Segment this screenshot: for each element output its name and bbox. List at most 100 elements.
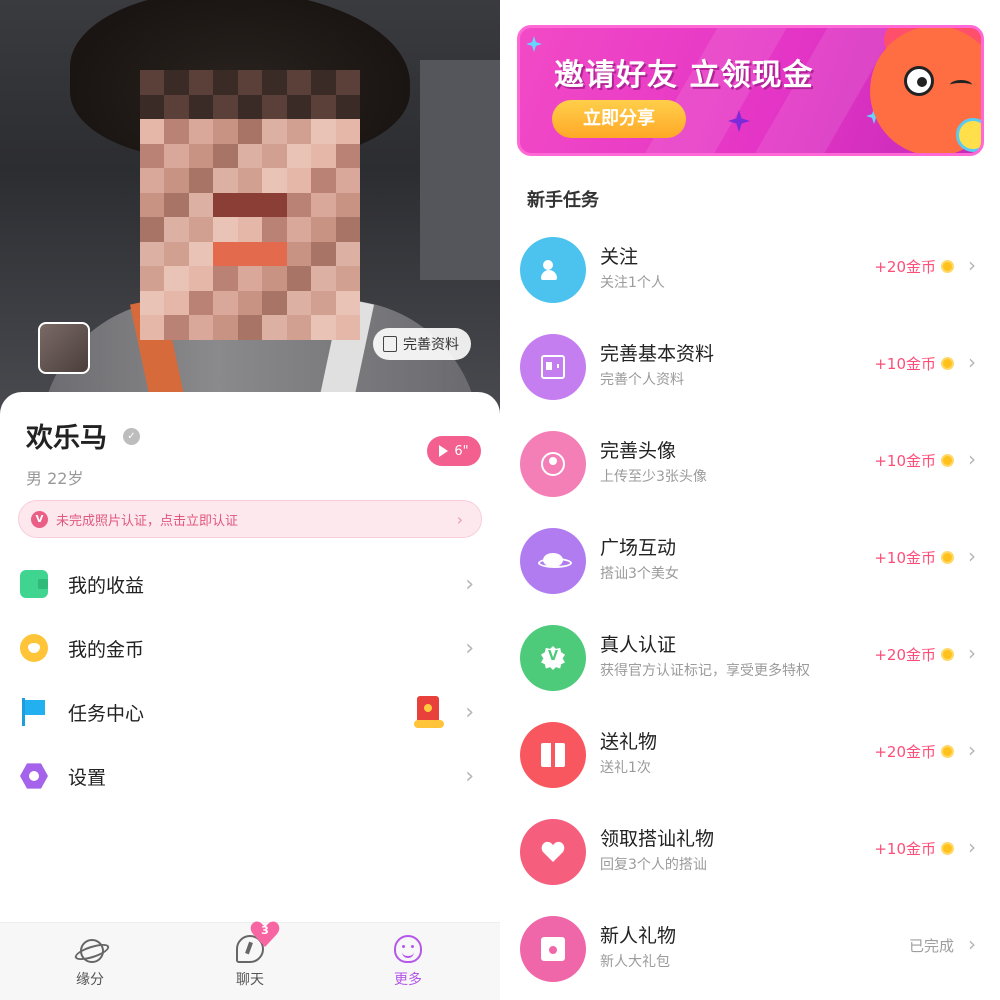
gold-coin-icon (941, 357, 954, 370)
red-packet-icon (414, 696, 444, 728)
more-face-icon (394, 935, 422, 963)
chevron-right-icon: › (968, 544, 976, 568)
task-item[interactable]: 新人礼物 新人大礼包 已完成 › (500, 905, 1000, 1000)
task-title: 完善头像 (600, 440, 677, 462)
verified-badge-icon (541, 646, 565, 670)
wallet-icon (20, 570, 48, 598)
menu-item-label: 我的收益 (68, 574, 145, 597)
mascot-wink (950, 80, 972, 90)
reward-text: 已完成 (908, 937, 954, 955)
v-badge-icon: V (31, 510, 48, 528)
task-item[interactable]: 送礼物 送礼1次 +20金币 › (500, 711, 1000, 808)
reward-text: +20金币 (874, 743, 936, 761)
photo-verify-text: 未完成照片认证，点击立即认证 (56, 513, 239, 529)
chevron-right-icon: › (968, 738, 976, 762)
task-reward: +20金币 (874, 256, 954, 277)
sparkle-icon (526, 36, 542, 52)
chevron-right-icon: › (465, 635, 474, 661)
gender-age: 男 22岁 (26, 469, 84, 488)
user-name: 欢乐马 (26, 423, 107, 454)
photo-verify-banner[interactable]: V 未完成照片认证，点击立即认证 › (18, 500, 482, 538)
task-subtitle: 关注1个人 (600, 275, 665, 291)
gold-coin-icon (941, 551, 954, 564)
task-icon-circle (520, 625, 586, 691)
banner-title: 邀请好友 立领现金 (554, 58, 814, 93)
gold-coin-icon (941, 842, 954, 855)
task-icon-circle (520, 431, 586, 497)
coin-icon (20, 634, 48, 662)
task-subtitle: 送礼1次 (600, 760, 651, 776)
reward-text: +10金币 (874, 355, 936, 373)
avatar-thumbnail[interactable] (38, 322, 90, 374)
mascot-eye (904, 66, 934, 96)
task-icon-circle (520, 722, 586, 788)
task-reward: +10金币 (874, 838, 954, 859)
menu-item-coins[interactable]: 我的金币 › (0, 616, 500, 680)
menu-item-settings[interactable]: 设置 › (0, 744, 500, 808)
complete-profile-button[interactable]: 完善资料 (373, 328, 471, 360)
reward-text: +20金币 (874, 646, 936, 664)
task-subtitle: 上传至少3张头像 (600, 469, 707, 485)
task-screen: 邀请好友 立领现金 立即分享 新手任务 关注 关注1个人 +20金币 › 完善基… (500, 0, 1000, 1000)
chevron-right-icon: › (968, 835, 976, 859)
profile-screen: 完善资料 欢乐马 ✓ 男 22岁 6" V 未完成照片认证，点击立即认证 › 我… (0, 0, 500, 1000)
tab-more[interactable]: 更多 (348, 923, 468, 1000)
reward-text: +10金币 (874, 452, 936, 470)
chevron-right-icon: › (968, 447, 976, 471)
gold-coin-icon (941, 260, 954, 273)
menu-item-label: 设置 (68, 766, 107, 789)
flag-icon (20, 698, 48, 726)
chevron-right-icon: › (968, 932, 976, 956)
smiley-icon (956, 118, 981, 152)
task-subtitle: 新人大礼包 (600, 954, 670, 970)
tab-label: 缘分 (76, 972, 104, 988)
chevron-right-icon: › (968, 253, 976, 277)
task-item[interactable]: 真人认证 获得官方认证标记，享受更多特权 +20金币 › (500, 614, 1000, 711)
task-title: 关注 (600, 246, 639, 268)
task-reward: +20金币 (874, 644, 954, 665)
background-window (420, 60, 500, 280)
heart-icon (541, 840, 565, 864)
task-item[interactable]: 完善头像 上传至少3张头像 +10金币 › (500, 420, 1000, 517)
invite-banner[interactable]: 邀请好友 立领现金 立即分享 (517, 25, 984, 156)
reward-text: +20金币 (874, 258, 936, 276)
red-packet-icon (541, 937, 565, 961)
pixelated-face (140, 70, 360, 340)
chevron-right-icon: › (968, 641, 976, 665)
reward-text: +10金币 (874, 840, 936, 858)
task-item[interactable]: 完善基本资料 完善个人资料 +10金币 › (500, 323, 1000, 420)
tab-label: 更多 (394, 972, 422, 988)
task-title: 真人认证 (600, 634, 677, 656)
task-item[interactable]: 广场互动 搭讪3个美女 +10金币 › (500, 517, 1000, 614)
task-item[interactable]: 关注 关注1个人 +20金币 › (500, 226, 1000, 323)
chevron-right-icon: › (456, 510, 463, 529)
mascot-illustration (860, 28, 981, 153)
planet-icon (76, 935, 104, 963)
video-badge[interactable]: 6" (427, 436, 481, 466)
share-now-button[interactable]: 立即分享 (552, 100, 686, 138)
chevron-right-icon: › (968, 350, 976, 374)
profile-card: 欢乐马 ✓ 男 22岁 6" V 未完成照片认证，点击立即认证 › 我的收益 ›… (0, 392, 500, 1000)
task-status-completed: 已完成 (909, 935, 954, 956)
task-title: 送礼物 (600, 731, 658, 753)
chevron-right-icon: › (465, 699, 474, 725)
video-duration: 6" (454, 443, 469, 459)
menu-item-label: 任务中心 (68, 702, 145, 725)
task-title: 完善基本资料 (600, 343, 715, 365)
complete-profile-label: 完善资料 (403, 337, 459, 353)
task-item[interactable]: 领取搭讪礼物 回复3个人的搭讪 +10金币 › (500, 808, 1000, 905)
chat-unread-badge: 3 (250, 920, 280, 948)
planet-icon (538, 549, 572, 573)
section-title: 新手任务 (527, 190, 599, 211)
id-card-icon (541, 355, 565, 379)
gold-coin-icon (941, 745, 954, 758)
task-reward: +10金币 (874, 353, 954, 374)
menu-item-tasks[interactable]: 任务中心 › (0, 680, 500, 744)
task-icon-circle (520, 819, 586, 885)
verified-mark-icon: ✓ (123, 428, 140, 445)
task-subtitle: 完善个人资料 (600, 372, 684, 388)
avatar-icon (541, 452, 565, 476)
menu-item-earnings[interactable]: 我的收益 › (0, 552, 500, 616)
tab-fate[interactable]: 缘分 (30, 923, 150, 1000)
task-icon-circle (520, 528, 586, 594)
